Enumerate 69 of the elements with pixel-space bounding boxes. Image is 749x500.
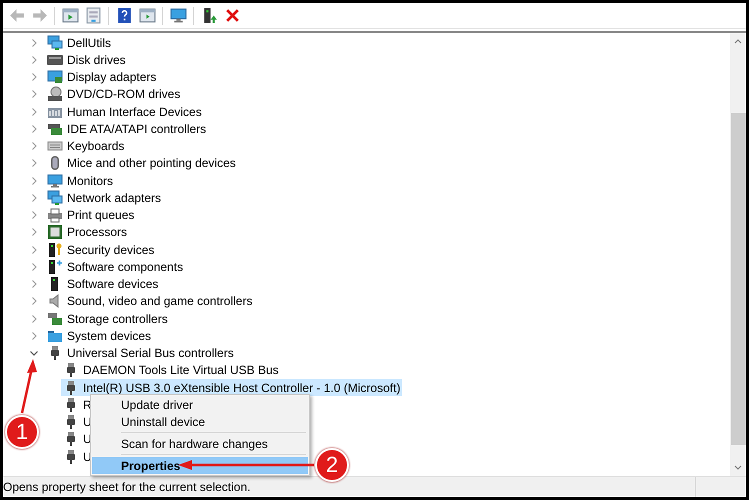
- window-play-icon: [138, 7, 156, 24]
- printer-icon: [47, 207, 63, 224]
- status-text: Opens property sheet for the current selection.: [3, 480, 252, 494]
- help-icon: [116, 7, 132, 24]
- scroll-down-icon[interactable]: [734, 465, 742, 471]
- collapse-chevron-icon[interactable]: [29, 348, 39, 358]
- monitor-icon: [47, 172, 63, 189]
- tree-item[interactable]: DVD/CD-ROM drives: [45, 86, 182, 103]
- expand-chevron-icon[interactable]: [29, 262, 39, 272]
- security-key-icon: [47, 242, 63, 258]
- expand-chevron-icon[interactable]: [29, 244, 39, 255]
- tree-item[interactable]: Network adapters: [45, 189, 164, 206]
- tree-item[interactable]: Storage controllers: [45, 310, 170, 328]
- tree-item[interactable]: Mice and other pointing devices: [45, 154, 238, 172]
- document-icon: [84, 7, 102, 24]
- expand-chevron-icon[interactable]: [29, 296, 39, 306]
- scrollbar-thumb[interactable]: [730, 113, 746, 445]
- computer-icon: [47, 190, 63, 206]
- tree-item[interactable]: Software components: [45, 258, 186, 276]
- menu-item[interactable]: Uninstall device: [92, 413, 308, 430]
- expand-chevron-icon[interactable]: [29, 38, 39, 48]
- expand-chevron-icon[interactable]: [29, 72, 39, 82]
- step-number: 2: [315, 448, 349, 482]
- expand-chevron-icon[interactable]: [29, 210, 39, 220]
- expand-chevron-icon[interactable]: [29, 124, 39, 134]
- expand-chevron-icon[interactable]: [29, 158, 39, 168]
- close-icon: [224, 7, 240, 24]
- expand-chevron-icon[interactable]: [29, 141, 39, 152]
- disc-drive-icon: [47, 86, 63, 102]
- scrollbar[interactable]: [730, 33, 746, 476]
- tree-item[interactable]: Monitors: [45, 172, 116, 190]
- processor-icon: [47, 224, 63, 240]
- tree-item[interactable]: Security devices: [45, 241, 156, 258]
- tree-item[interactable]: IDE ATA/ATAPI controllers: [45, 120, 208, 138]
- tree-item[interactable]: Keyboards: [45, 138, 126, 155]
- expand-chevron-icon[interactable]: [29, 192, 39, 203]
- tree-item[interactable]: DAEMON Tools Lite Virtual USB Bus: [61, 362, 281, 379]
- arrow: [20, 359, 37, 414]
- expand-chevron-icon[interactable]: [29, 314, 39, 324]
- expand-chevron-icon[interactable]: [29, 330, 39, 341]
- tree-item[interactable]: Intel(R) USB 3.0 eXtensible Host Controller - 1.0 (Microsoft): [61, 379, 402, 396]
- tree-item[interactable]: Display adapters: [45, 68, 158, 86]
- display-icon: [47, 69, 63, 86]
- expand-chevron-icon[interactable]: [29, 89, 39, 100]
- expand-chevron-icon[interactable]: [29, 54, 39, 65]
- menu-item[interactable]: Scan for hardware changes: [92, 435, 308, 452]
- expand-chevron-icon[interactable]: [29, 227, 39, 238]
- tree-item[interactable]: Processors: [45, 224, 130, 241]
- menu-item[interactable]: Update driver: [92, 396, 308, 413]
- tree-item[interactable]: Sound, video and game controllers: [45, 292, 254, 310]
- tree-item[interactable]: Human Interface Devices: [45, 103, 204, 120]
- expand-chevron-icon[interactable]: [29, 279, 39, 290]
- tree-item[interactable]: Print queues: [45, 206, 136, 224]
- back-arrow-icon: [8, 7, 24, 24]
- tree-item[interactable]: Disk drives: [45, 51, 128, 68]
- window-icon: [62, 7, 78, 24]
- tree-item[interactable]: Software devices: [45, 276, 160, 293]
- step-number: 1: [5, 415, 39, 449]
- forward-arrow-icon: [30, 7, 48, 24]
- monitor-icon: [170, 7, 186, 24]
- computer-icon: [47, 34, 63, 51]
- software-component-icon: [47, 258, 63, 275]
- scroll-up-icon[interactable]: [734, 38, 742, 44]
- tree-item[interactable]: DellUtils: [45, 34, 114, 52]
- storage-card-icon: [47, 310, 63, 327]
- tree-item[interactable]: System devices: [45, 327, 154, 344]
- expand-chevron-icon[interactable]: [29, 106, 39, 117]
- expand-chevron-icon[interactable]: [29, 176, 39, 186]
- tree-item[interactable]: Universal Serial Bus controllers: [45, 344, 236, 362]
